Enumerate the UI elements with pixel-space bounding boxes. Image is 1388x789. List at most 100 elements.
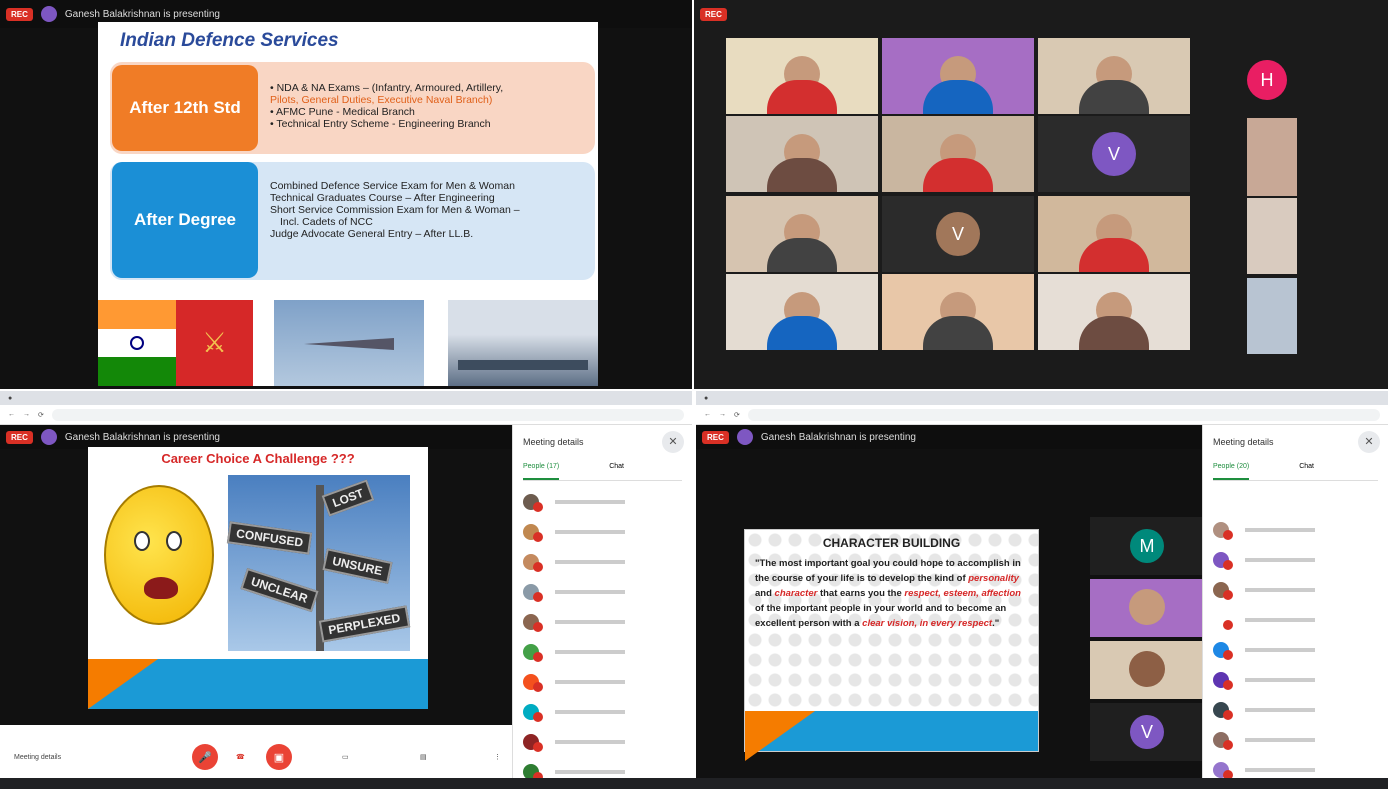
meet-stage: REC Ganesh Balakrishnan is presenting Ca… [0,425,512,725]
meeting-details-link[interactable]: Meeting details [14,754,61,761]
forward-icon[interactable]: → [23,411,30,418]
participant-video-tile[interactable] [726,196,878,272]
reload-icon[interactable]: ⟳ [38,411,44,419]
sign-lost: LOST [321,479,375,517]
quote-text: and [755,588,775,599]
address-bar[interactable] [747,408,1380,421]
participant-video-tile[interactable] [1038,38,1190,114]
side-video-tile[interactable] [1247,118,1297,196]
tab-icon[interactable]: ● [704,395,708,402]
participant-video-tile[interactable] [1038,196,1190,272]
participant-row[interactable] [523,547,686,577]
participant-row[interactable] [523,577,686,607]
tab-chat[interactable]: Chat [609,463,624,480]
back-icon[interactable]: ← [704,411,711,418]
participant-row[interactable] [523,637,686,667]
box1-line: Pilots, General Duties, Executive Naval … [270,94,493,106]
participant-avatar [523,494,543,512]
participant-row[interactable] [523,667,686,697]
participant-body [767,80,837,114]
participant-avatar [523,734,543,752]
participant-video-tile[interactable] [882,116,1034,192]
forward-icon[interactable]: → [719,411,726,418]
tab-people[interactable]: People (17) [523,463,560,480]
participant-row[interactable] [1213,695,1382,725]
close-icon[interactable]: ✕ [1358,431,1380,453]
participant-video-tile[interactable]: V [1038,116,1190,192]
flag-image: ⚔ [98,300,253,386]
participant-avatar [1213,522,1233,540]
participant-name [555,680,625,684]
tab-people[interactable]: People (20) [1213,463,1250,480]
end-call-icon[interactable]: ☎ [236,753,245,761]
slide-footer-band [745,711,1038,751]
box2-line: Technical Graduates Course – After Engin… [270,192,495,204]
participant-video-tile[interactable] [882,274,1034,350]
participant-video-tile[interactable] [726,38,878,114]
participant-row[interactable] [1213,575,1382,605]
meeting-topbar: REC Ganesh Balakrishnan is presenting [0,425,512,449]
mic-muted-icon [1223,650,1233,660]
label-after-12th: After 12th Std [112,65,258,151]
participant-row[interactable] [1213,545,1382,575]
browser-window-career: ● ← → ⟳ REC Ganesh Balakrishnan is prese… [0,391,692,789]
tab-chat[interactable]: Chat [1299,463,1314,480]
video-tile[interactable]: M [1090,517,1204,575]
box2-line: Judge Advocate General Entry – After LL.… [270,228,474,240]
participant-video-tile[interactable] [726,116,878,192]
slide-career-choice: Career Choice A Challenge ??? LOST CONFU… [88,447,428,709]
present-icon[interactable]: ▤ [420,753,427,761]
participant-row[interactable] [1213,605,1382,635]
recording-badge: REC [702,430,729,444]
mic-muted-icon [533,562,543,572]
mic-muted-icon [533,502,543,512]
participant-row[interactable] [523,487,686,517]
participant-row[interactable] [1213,635,1382,665]
side-video-tile[interactable] [1247,198,1297,274]
side-video-tile[interactable] [1247,278,1297,354]
slide-title: Indian Defence Services [120,30,339,51]
recording-badge: REC [6,430,33,444]
presenter-label: Ganesh Balakrishnan is presenting [64,431,220,443]
slide-title: Career Choice A Challenge ??? [161,451,355,466]
participant-row[interactable] [1213,725,1382,755]
close-icon[interactable]: ✕ [662,431,684,453]
address-bar[interactable] [51,408,684,421]
participant-name [555,740,625,744]
participant-avatar-m: M [1130,529,1164,563]
mic-off-icon[interactable]: 🎤 [192,744,218,770]
presenter-avatar [736,429,753,445]
participant-video-tile[interactable] [882,38,1034,114]
box2-line: Combined Defence Service Exam for Men & … [270,180,515,192]
video-tile[interactable]: V [1090,703,1204,761]
presenter-label: Ganesh Balakrishnan is presenting [64,8,220,20]
captions-icon[interactable]: ▭ [342,753,349,761]
participant-row[interactable] [523,727,686,757]
quote-highlight: personality [968,573,1019,584]
back-icon[interactable]: ← [8,411,15,418]
side-video-column: M V [1090,517,1204,767]
camera-off-icon[interactable]: ▣ [266,744,292,770]
participant-avatar [523,584,543,602]
participant-list [1213,515,1382,789]
video-tile[interactable] [1090,579,1204,637]
browser-window-character: ● ← → ⟳ REC Ganesh Balakrishnan is prese… [696,391,1388,789]
army-emblem-icon: ⚔ [176,300,253,386]
mic-muted-icon [1223,680,1233,690]
meet-stage: REC Ganesh Balakrishnan is presenting CH… [696,425,1208,789]
participant-row[interactable] [1213,665,1382,695]
participant-video-tile[interactable] [726,274,878,350]
participant-avatar [1213,702,1233,720]
quote-text: ." [992,618,1000,629]
video-tile[interactable] [1090,641,1204,699]
participant-body [1079,238,1149,272]
participant-row[interactable] [523,517,686,547]
tab-icon[interactable]: ● [8,395,12,402]
more-options-icon[interactable]: ⋮ [494,753,501,761]
participant-row[interactable] [523,607,686,637]
participant-row[interactable] [1213,515,1382,545]
participant-video-tile[interactable]: V [882,196,1034,272]
participant-row[interactable] [523,697,686,727]
reload-icon[interactable]: ⟳ [734,411,740,419]
participant-video-tile[interactable] [1038,274,1190,350]
